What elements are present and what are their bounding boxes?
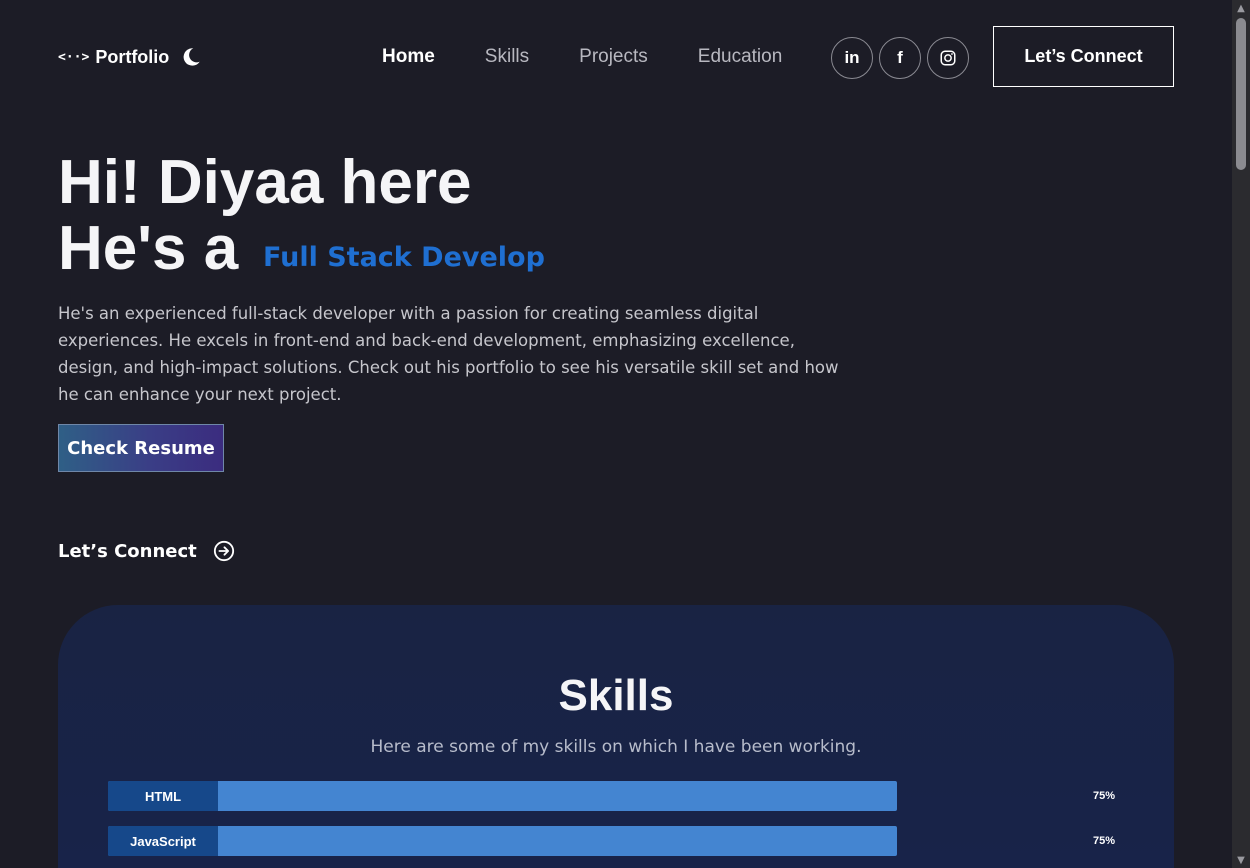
skill-track: HTML — [108, 781, 897, 811]
code-icon: <··> — [58, 49, 90, 65]
moon-icon[interactable] — [180, 46, 202, 68]
instagram-icon — [940, 50, 956, 66]
skill-bar-javascript: JavaScript 75% — [108, 826, 1118, 856]
hero-greeting: Hi! Diyaa here — [58, 148, 472, 217]
lets-connect-label: Let’s Connect — [58, 540, 197, 562]
nav-link-home[interactable]: Home — [382, 44, 435, 70]
instagram-button[interactable] — [927, 37, 969, 79]
hero-description: He's an experienced full-stack developer… — [58, 304, 839, 404]
lets-connect-link[interactable]: Let’s Connect — [58, 540, 235, 562]
skill-percent: 75% — [1093, 790, 1116, 802]
hero-subheading: He's a — [58, 214, 239, 283]
skills-subtitle: Here are some of my skills on which I ha… — [370, 737, 862, 757]
nav-link-education[interactable]: Education — [698, 44, 783, 70]
nav-links: Home Skills Projects Education — [382, 44, 832, 70]
nav-link-skills[interactable]: Skills — [485, 44, 529, 70]
check-resume-button[interactable]: Check Resume — [58, 424, 224, 472]
skill-name: JavaScript — [108, 826, 218, 856]
lets-connect-button[interactable]: Let’s Connect — [993, 26, 1174, 87]
brand-logo[interactable]: <··> Portfolio — [58, 46, 169, 68]
page-scrollbar[interactable]: ▲ ▼ — [1232, 0, 1250, 868]
linkedin-icon: in — [844, 48, 860, 67]
linkedin-button[interactable]: in — [831, 37, 873, 79]
skill-bar-html: HTML 75% — [108, 781, 1118, 811]
scroll-up-arrow-icon[interactable]: ▲ — [1232, 0, 1250, 16]
skills-title: Skills — [558, 671, 674, 720]
hero-role-typewriter: Full Stack Develop — [263, 242, 545, 273]
skill-fill — [108, 781, 897, 811]
skill-name: HTML — [108, 781, 218, 811]
facebook-button[interactable]: f — [879, 37, 921, 79]
skill-fill — [108, 826, 897, 856]
facebook-icon: f — [897, 48, 903, 67]
skills-section: Skills Here are some of my skills on whi… — [58, 605, 1174, 868]
scroll-thumb[interactable] — [1236, 18, 1246, 170]
skill-track: JavaScript — [108, 826, 897, 856]
nav-link-projects[interactable]: Projects — [579, 44, 648, 70]
arrow-right-circle-icon — [213, 540, 234, 562]
navbar: <··> Portfolio Home Skills Projects Educ… — [0, 0, 1232, 114]
scroll-down-arrow-icon[interactable]: ▼ — [1232, 852, 1250, 868]
skill-percent: 75% — [1093, 835, 1116, 847]
brand-label: Portfolio — [95, 46, 170, 67]
